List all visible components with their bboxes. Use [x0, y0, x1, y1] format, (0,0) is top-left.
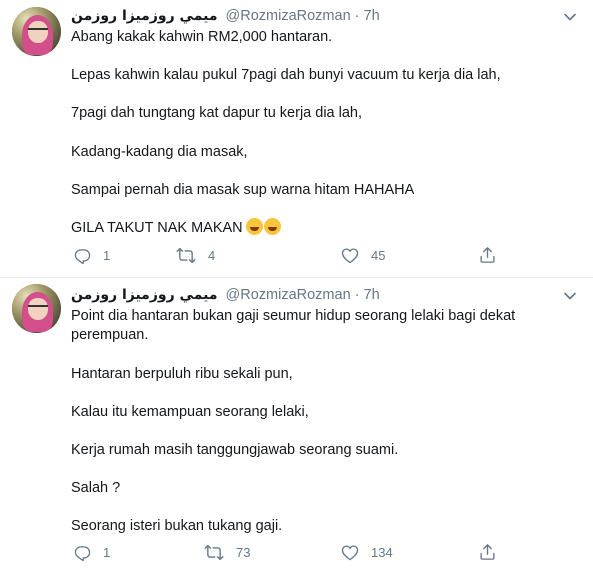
share-button[interactable] [479, 244, 496, 266]
retweet-icon [176, 247, 196, 263]
retweet-button[interactable]: 4 [176, 244, 215, 266]
rolling-on-floor-laughing-emoji [245, 218, 263, 235]
tweet-line: Seorang isteri bukan tukang gaji. [71, 518, 283, 534]
like-count: 134 [371, 544, 393, 560]
tweet-line: Hantaran berpuluh ribu sekali pun, [71, 366, 293, 382]
tweet-time[interactable]: 7h [364, 8, 380, 24]
tweet-actions: 1 4 45 [71, 244, 511, 266]
like-button[interactable]: 45 [341, 244, 385, 266]
tweet[interactable]: ميمي روزميزا روزمن @RozmizaRozman · 7h P… [0, 277, 593, 570]
user-handle[interactable]: @RozmizaRozman [226, 8, 351, 24]
tweet-line: Kadang-kadang dia masak, [71, 144, 248, 160]
avatar[interactable] [12, 7, 61, 56]
share-icon [480, 544, 495, 560]
reply-count: 1 [103, 247, 111, 263]
retweet-count: 73 [236, 544, 251, 560]
chevron-down-icon[interactable] [563, 10, 577, 24]
tweet-line: GILA TAKUT NAK MAKAN [71, 220, 243, 236]
retweet-count: 4 [208, 247, 216, 263]
chevron-down-icon[interactable] [563, 289, 577, 303]
reply-count: 1 [103, 544, 111, 560]
tears-of-joy-emoji [263, 218, 281, 235]
like-count: 45 [371, 247, 386, 263]
display-name[interactable]: ميمي روزميزا روزمن [71, 8, 217, 24]
tweet-line: Kalau itu kemampuan seorang lelaki, [71, 404, 309, 420]
like-button[interactable]: 134 [341, 541, 393, 563]
heart-icon [341, 247, 359, 263]
reply-button[interactable]: 1 [74, 244, 110, 266]
tweet-line: Lepas kahwin kalau pukul 7pagi dah bunyi… [71, 67, 501, 83]
reply-icon [74, 248, 91, 264]
separator-dot: · [354, 287, 360, 303]
tweet-line: Kerja rumah masih tanggungjawab seorang … [71, 442, 399, 458]
tweet-line: Salah ? [71, 480, 121, 496]
share-icon [480, 247, 495, 263]
reply-button[interactable]: 1 [74, 541, 110, 563]
tweet-actions: 1 73 134 [71, 541, 511, 563]
user-handle[interactable]: @RozmizaRozman [226, 287, 351, 303]
separator-dot: · [354, 8, 360, 24]
tweet-line: 7pagi dah tungtang kat dapur tu kerja di… [71, 105, 363, 121]
tweet[interactable]: ميمي روزميزا روزمن @RozmizaRozman · 7h A… [0, 0, 593, 277]
tweet-header: ميمي روزميزا روزمن @RozmizaRozman · 7h [71, 7, 380, 25]
display-name[interactable]: ميمي روزميزا روزمن [71, 287, 217, 303]
heart-icon [341, 544, 359, 560]
tweet-line: Sampai pernah dia masak sup warna hitam … [71, 182, 415, 198]
tweet-time[interactable]: 7h [364, 287, 380, 303]
retweet-button[interactable]: 73 [204, 541, 250, 563]
tweet-line: Point dia hantaran bukan gaji seumur hid… [71, 308, 516, 343]
tweet-last-line: GILA TAKUT NAK MAKAN [71, 218, 281, 238]
avatar[interactable] [12, 284, 61, 333]
retweet-icon [204, 544, 224, 560]
tweet-header: ميمي روزميزا روزمن @RozmizaRozman · 7h [71, 286, 380, 304]
share-button[interactable] [479, 541, 496, 563]
reply-icon [74, 545, 91, 561]
tweet-line: Abang kakak kahwin RM2,000 hantaran. [71, 29, 333, 45]
